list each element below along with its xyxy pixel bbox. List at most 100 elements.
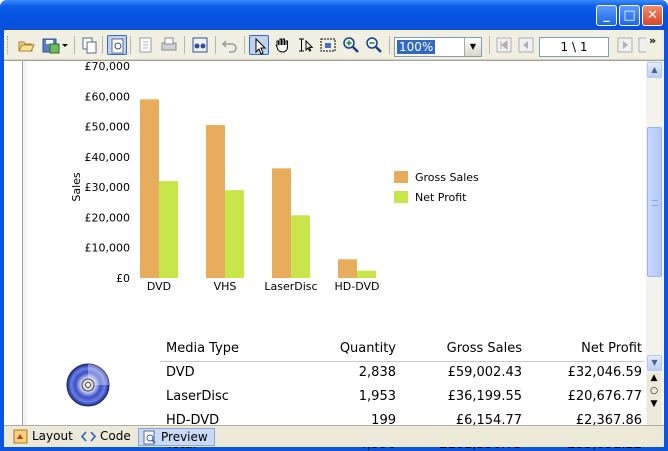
toolbar-separator xyxy=(244,36,245,54)
maximize-button[interactable]: □ xyxy=(619,5,640,26)
select-browse-object-icon[interactable]: ○ xyxy=(647,385,661,398)
header-gross-sales: Gross Sales xyxy=(446,341,522,356)
bar-net-profit xyxy=(225,190,244,278)
code-icon xyxy=(81,431,96,442)
page-setup-icon[interactable] xyxy=(136,35,156,55)
next-page-icon[interactable] xyxy=(615,35,635,55)
pointer-icon[interactable] xyxy=(249,35,269,55)
first-page-icon[interactable] xyxy=(494,35,514,55)
header-net-profit: Net Profit xyxy=(581,341,642,356)
zoom-in-icon[interactable] xyxy=(341,35,361,55)
previous-page-icon[interactable] xyxy=(516,35,536,55)
scroll-up-icon[interactable]: ▲ xyxy=(647,62,662,78)
chevron-down-icon[interactable]: ▼ xyxy=(464,38,481,56)
tab-layout[interactable]: Layout xyxy=(10,428,79,446)
cell-gross-sales: £36,199.55 xyxy=(447,389,522,404)
title-bar[interactable]: _ □ ✕ xyxy=(0,0,668,30)
toolbar-separator xyxy=(215,36,216,54)
x-tick-label: LaserDisc xyxy=(264,280,317,293)
tab-preview-label: Preview xyxy=(161,430,208,444)
view-tabs: Layout Code Preview xyxy=(4,425,664,447)
cell-quantity: 1,953 xyxy=(358,389,396,404)
y-tick-label: £40,000 xyxy=(85,151,131,164)
bar-net-profit xyxy=(357,270,376,278)
bar-gross-sales xyxy=(206,125,225,278)
save-dropdown-icon[interactable] xyxy=(40,35,70,55)
toolbar-overflow-icon[interactable]: » xyxy=(649,34,656,47)
zoom-value[interactable]: 100% xyxy=(397,40,436,54)
scroll-down-icon[interactable]: ▼ xyxy=(647,355,662,371)
toolbar-separator xyxy=(102,36,103,54)
header-media-type: Media Type xyxy=(166,341,240,356)
toolbar-separator xyxy=(74,36,75,54)
report-preview-area[interactable]: £0 £10,000 £20,000 £30,000 £40,000 £50,000 £60… xyxy=(4,60,664,451)
y-tick-label: £0 xyxy=(116,272,130,285)
cell-gross-sales: £59,002.43 xyxy=(447,365,522,380)
tab-preview[interactable]: Preview xyxy=(138,428,215,446)
y-tick-label: £60,000 xyxy=(85,90,131,103)
y-tick-label: £50,000 xyxy=(85,121,131,134)
table-row: LaserDisc 1,953 £36,199.55 £20,676.77 xyxy=(160,386,644,410)
binoculars-icon[interactable] xyxy=(190,35,210,55)
tab-layout-label: Layout xyxy=(32,429,73,443)
legend-label: Net Profit xyxy=(415,191,467,204)
legend-swatch xyxy=(394,171,408,183)
tab-code[interactable]: Code xyxy=(78,428,137,446)
disc-icon xyxy=(66,363,110,407)
page-left-edge xyxy=(22,61,27,426)
toolbar-separator xyxy=(184,36,185,54)
toolbar-separator xyxy=(130,36,131,54)
y-tick-label: £70,000 xyxy=(85,61,131,73)
zoom-combobox[interactable]: 100% ▼ xyxy=(394,37,482,57)
sales-chart: £0 £10,000 £20,000 £30,000 £40,000 £50,000 £60… xyxy=(70,61,479,293)
bar-gross-sales xyxy=(272,168,291,278)
scrollbar-thumb[interactable] xyxy=(647,127,662,277)
application-window: _ □ ✕ 100% ▼ 1 \ 1 » £0 £10,000 £20,000 … xyxy=(0,0,668,451)
close-button[interactable]: ✕ xyxy=(642,5,663,26)
print-icon[interactable] xyxy=(159,35,179,55)
cell-net-profit: £20,676.77 xyxy=(567,389,642,404)
layout-icon xyxy=(13,429,28,444)
copy-icon[interactable] xyxy=(79,35,99,55)
cell-media-type: LaserDisc xyxy=(166,389,229,404)
tab-code-label: Code xyxy=(100,429,131,443)
page-nav-buttons: ▲ ○ ▼ xyxy=(647,372,661,426)
page-number-input[interactable]: 1 \ 1 xyxy=(539,37,609,57)
y-tick-label: £10,000 xyxy=(85,242,131,255)
hand-icon[interactable] xyxy=(272,35,292,55)
previous-page-small-icon[interactable]: ▲ xyxy=(647,372,661,385)
zoom-out-icon[interactable] xyxy=(364,35,384,55)
undo-icon[interactable] xyxy=(220,35,240,55)
table-header-row: Media Type Quantity Gross Sales Net Prof… xyxy=(160,338,644,362)
y-tick-label: £30,000 xyxy=(85,181,131,194)
legend-label: Gross Sales xyxy=(415,171,479,184)
print-preview-icon[interactable] xyxy=(107,35,127,55)
toolbar-separator xyxy=(389,36,390,54)
bar-gross-sales xyxy=(338,259,357,278)
x-tick-label: VHS xyxy=(214,280,237,293)
bar-net-profit xyxy=(159,181,178,278)
snapshot-icon[interactable] xyxy=(318,35,338,55)
next-page-small-icon[interactable]: ▼ xyxy=(647,398,661,411)
client-area: 100% ▼ 1 \ 1 » £0 £10,000 £20,000 £30,000 £4… xyxy=(4,30,664,451)
minimize-button[interactable]: _ xyxy=(596,5,617,26)
report-toolbar: 100% ▼ 1 \ 1 » xyxy=(4,30,664,60)
toolbar-separator xyxy=(489,36,490,54)
header-quantity: Quantity xyxy=(339,341,396,356)
preview-icon xyxy=(143,430,156,445)
x-tick-label: DVD xyxy=(147,280,171,293)
bar-gross-sales xyxy=(140,99,159,278)
legend-swatch xyxy=(394,191,408,203)
bar-net-profit xyxy=(291,215,310,278)
table-row: DVD 2,838 £59,002.43 £32,046.59 xyxy=(160,362,644,386)
y-tick-label: £20,000 xyxy=(85,211,131,224)
y-axis-title: Sales xyxy=(70,172,83,202)
cell-media-type: DVD xyxy=(166,365,195,380)
toolbar-grip[interactable] xyxy=(7,36,10,54)
cell-net-profit: £32,046.59 xyxy=(567,365,642,380)
cell-quantity: 2,838 xyxy=(358,365,396,380)
x-tick-label: HD-DVD xyxy=(335,280,380,293)
text-select-icon[interactable] xyxy=(295,35,315,55)
open-icon[interactable] xyxy=(16,35,36,55)
last-page-icon[interactable] xyxy=(636,35,646,55)
